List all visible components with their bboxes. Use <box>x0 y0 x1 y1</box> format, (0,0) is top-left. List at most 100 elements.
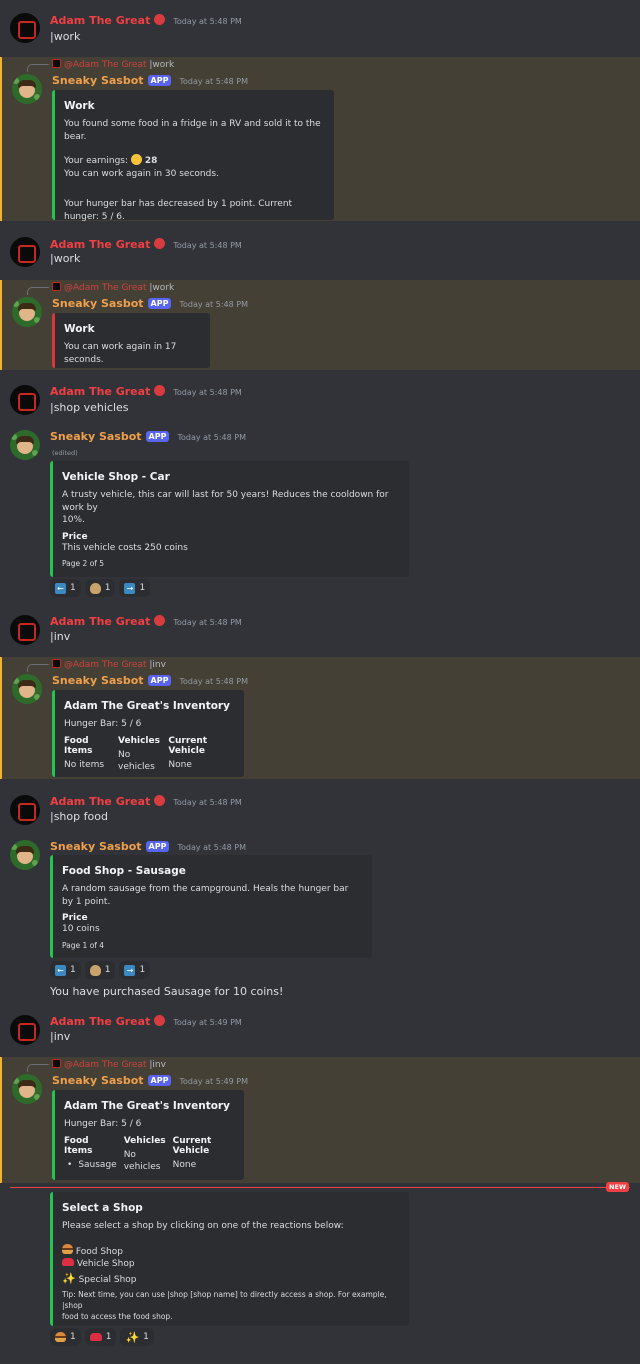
message-text: |inv <box>50 1030 71 1043</box>
field-label: Food Items <box>64 735 93 756</box>
embed-line: You found some food in a fridge in a RV … <box>64 119 321 142</box>
user-avatar[interactable] <box>10 385 40 415</box>
embed-description: A random sausage from the campground. He… <box>62 884 349 907</box>
reply-reference[interactable]: @Adam The Great |inv <box>52 659 166 670</box>
bot-avatar[interactable] <box>12 1074 42 1104</box>
price-value: 10 coins <box>62 924 100 935</box>
reply-avatar <box>52 59 61 68</box>
reaction-prev[interactable]: ← 1 <box>50 961 81 979</box>
embed-description: A trusty vehicle, this car will last for… <box>62 490 389 513</box>
embed-title: Adam The Great's Inventory <box>64 700 230 712</box>
reply-reference[interactable]: @Adam The Great |work <box>52 282 174 293</box>
message-text: |shop vehicles <box>50 401 129 414</box>
username[interactable]: Adam The Great <box>50 14 150 27</box>
app-badge: APP <box>147 675 172 686</box>
coin-icon <box>130 154 142 166</box>
arrow-left-icon: ← <box>55 582 66 594</box>
username[interactable]: Adam The Great <box>50 795 150 808</box>
user-avatar[interactable] <box>10 615 40 645</box>
field-label: Current Vehicle <box>168 735 208 756</box>
field-label: Food Items <box>64 1135 93 1156</box>
car-icon <box>62 1258 74 1267</box>
embed-title: Food Shop - Sausage <box>62 865 186 877</box>
username[interactable]: Adam The Great <box>50 615 150 628</box>
shop-option-vehicle: Vehicle Shop <box>62 1258 399 1271</box>
reply-reference[interactable]: @Adam The Great |inv <box>52 1059 166 1070</box>
user-avatar[interactable] <box>10 13 40 43</box>
reaction-prev[interactable]: ← 1 <box>50 579 81 597</box>
bot-username[interactable]: Sneaky Sasbot <box>52 74 144 87</box>
embed-title: Work <box>64 100 95 112</box>
reaction-bag[interactable]: 1 <box>84 961 116 979</box>
timestamp: Today at 5:48 PM <box>177 843 246 852</box>
timestamp: Today at 5:49 PM <box>173 1018 242 1027</box>
embed-footer: Page 2 of 5 <box>62 559 105 569</box>
reaction-food-shop[interactable]: 1 <box>50 1328 81 1346</box>
message-user-shop-food: Adam The Great Today at 5:48 PM |shop foo… <box>0 781 640 831</box>
reaction-next[interactable]: → 1 <box>119 579 151 597</box>
reaction-bag[interactable]: 1 <box>84 579 116 597</box>
username[interactable]: Adam The Great <box>50 238 150 251</box>
reaction-special-shop[interactable]: ✨ 1 <box>120 1328 154 1346</box>
username[interactable]: Adam The Great <box>50 1015 150 1028</box>
new-messages-divider <box>10 1187 630 1188</box>
embed-line: You can work again in 17 seconds. <box>64 342 177 365</box>
bot-avatar[interactable] <box>12 74 42 104</box>
shop-option-special: ✨ Special Shop <box>62 1271 137 1285</box>
tip-line-cont: food to access the food shop. <box>62 1312 173 1322</box>
bot-avatar[interactable] <box>10 840 40 870</box>
vehicle-shop-embed: Vehicle Shop - Car A trusty vehicle, thi… <box>50 461 409 577</box>
price-label: Price <box>62 531 88 542</box>
reaction-bar: ← 1 1 → 1 <box>50 961 151 979</box>
bot-avatar[interactable] <box>10 430 40 460</box>
embed-footer: Page 1 of 4 <box>62 940 105 950</box>
bot-username[interactable]: Sneaky Sasbot <box>50 430 142 443</box>
bot-avatar[interactable] <box>12 297 42 327</box>
username[interactable]: Adam The Great <box>50 385 150 398</box>
globe-icon <box>154 385 166 396</box>
field-label: Vehicles <box>118 735 160 746</box>
message-user-inv-1: Adam The Great Today at 5:48 PM |inv <box>0 601 640 657</box>
app-badge: APP <box>145 431 170 442</box>
price-label: Price <box>62 913 88 924</box>
field-value: None <box>172 1159 197 1170</box>
user-avatar[interactable] <box>10 237 40 267</box>
timestamp: Today at 5:48 PM <box>179 300 248 309</box>
arrow-left-icon: ← <box>55 964 66 976</box>
inventory-embed: Adam The Great's Inventory Hunger Bar: 5… <box>52 690 244 777</box>
embed-line: Your hunger bar has decreased by 1 point… <box>64 199 293 222</box>
app-badge: APP <box>147 75 172 86</box>
embed-description: Please select a shop by clicking on one … <box>62 1221 344 1231</box>
user-avatar[interactable] <box>10 1015 40 1045</box>
user-avatar[interactable] <box>10 795 40 825</box>
reaction-bar: 1 1 ✨ 1 <box>50 1328 154 1346</box>
reply-avatar <box>52 282 61 291</box>
sparkles-icon: ✨ <box>62 1271 76 1285</box>
reaction-next[interactable]: → 1 <box>119 961 151 979</box>
work-embed: Work You found some food in a fridge in … <box>52 90 334 222</box>
reaction-bar: ← 1 1 → 1 <box>50 579 151 597</box>
reply-connector <box>27 64 49 72</box>
globe-icon <box>154 238 166 249</box>
inventory-embed: Adam The Great's Inventory Hunger Bar: 5… <box>52 1090 244 1180</box>
food-item: Sausage <box>64 1159 116 1172</box>
reply-avatar <box>52 659 61 668</box>
timestamp: Today at 5:48 PM <box>179 77 248 86</box>
bot-username[interactable]: Sneaky Sasbot <box>52 297 144 310</box>
bot-username[interactable]: Sneaky Sasbot <box>52 674 144 687</box>
bot-username[interactable]: Sneaky Sasbot <box>50 840 142 853</box>
message-user-shop-vehicles: Adam The Great Today at 5:48 PM |shop veh… <box>0 371 640 421</box>
message-user-inv-2: Adam The Great Today at 5:49 PM |inv <box>0 1001 640 1057</box>
bot-username[interactable]: Sneaky Sasbot <box>52 1074 144 1087</box>
earnings-line: Your earnings: 28 <box>64 154 158 167</box>
reaction-vehicle-shop[interactable]: 1 <box>84 1328 117 1346</box>
timestamp: Today at 5:48 PM <box>173 17 242 26</box>
globe-icon <box>154 1015 166 1026</box>
timestamp: Today at 5:48 PM <box>173 388 242 397</box>
timestamp: Today at 5:48 PM <box>173 241 242 250</box>
bot-avatar[interactable] <box>12 674 42 704</box>
embed-title: Adam The Great's Inventory <box>64 1100 230 1112</box>
money-bag-icon <box>89 964 101 976</box>
globe-icon <box>154 795 166 806</box>
reply-reference[interactable]: @Adam The Great |work <box>52 59 174 70</box>
